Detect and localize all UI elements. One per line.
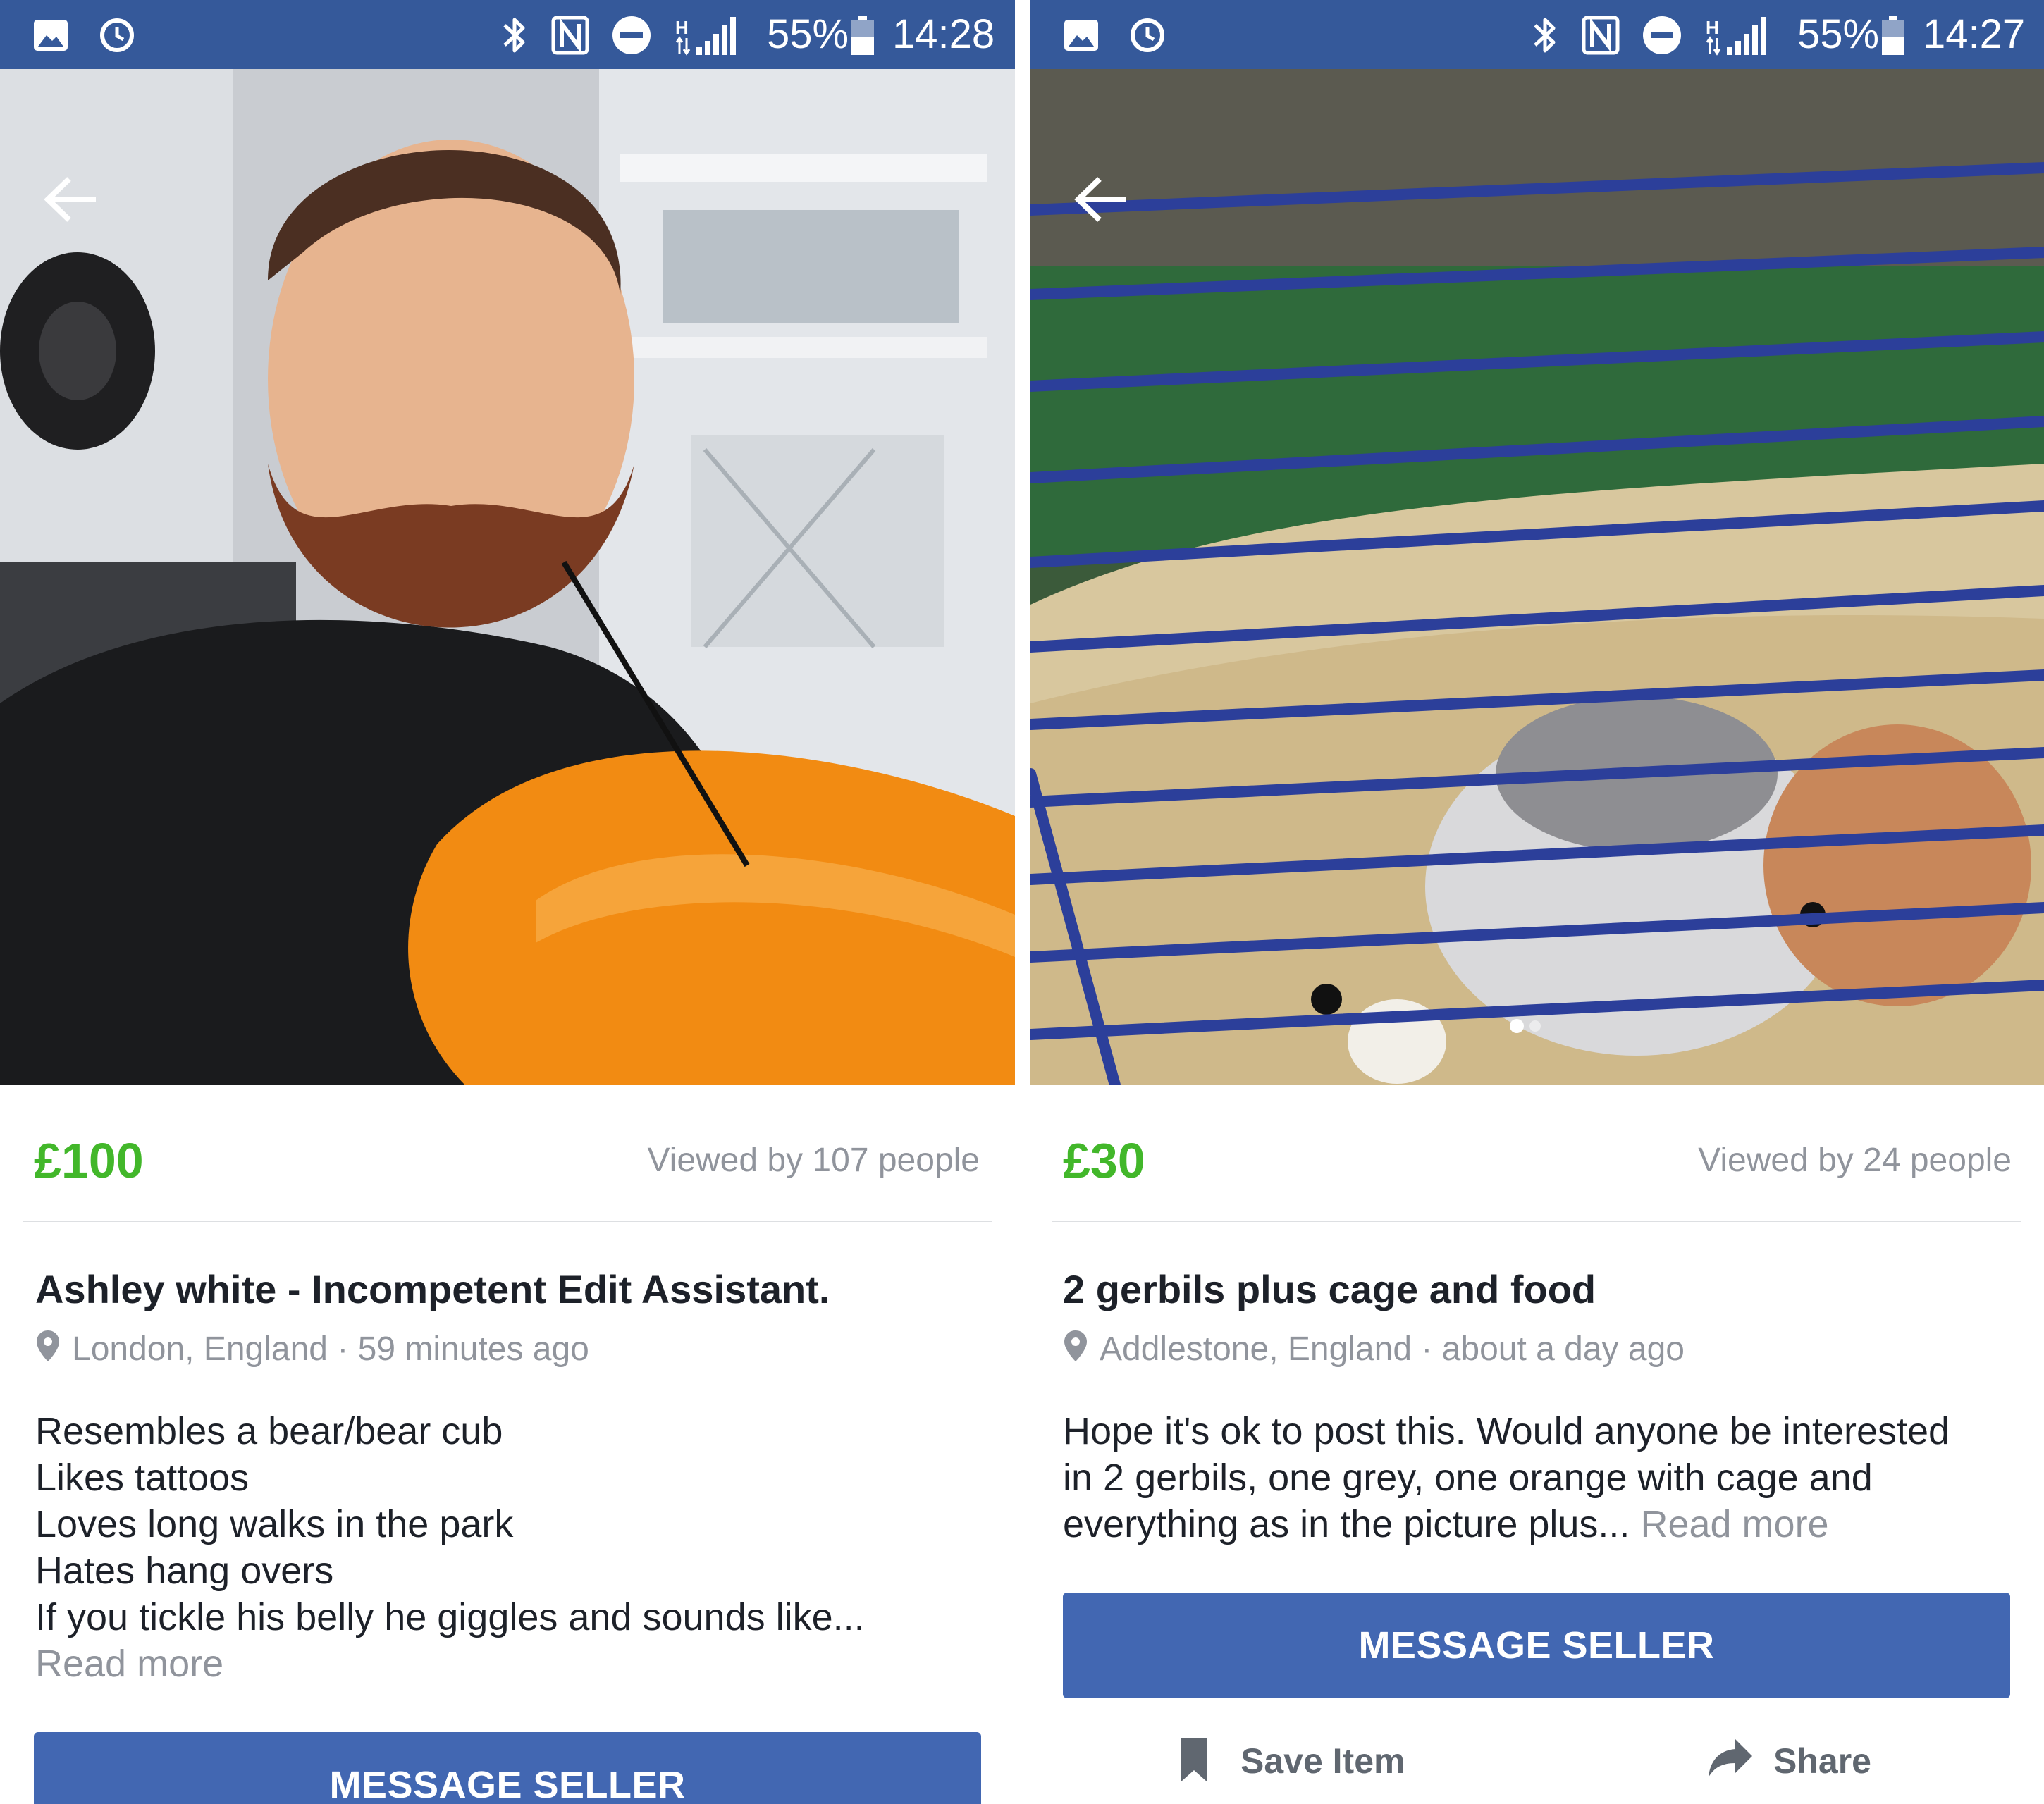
description-line: If you tickle his belly he giggles and s… (35, 1596, 865, 1638)
bookmark-icon (1181, 1738, 1207, 1781)
carousel-dot-active (1510, 1019, 1524, 1033)
svg-text:H: H (675, 17, 689, 38)
description-line: Likes tattoos (35, 1457, 250, 1499)
description-line: Hates hang overs (35, 1550, 334, 1592)
save-item-button[interactable]: Save Item (1178, 1726, 1474, 1797)
do-not-disturb-icon (612, 16, 651, 54)
divider (1052, 1221, 2021, 1222)
bluetooth-icon (1534, 18, 1556, 53)
back-arrow-icon[interactable] (42, 175, 99, 224)
location-time: London, England · 59 minutes ago (72, 1330, 589, 1368)
do-not-disturb-icon (1643, 16, 1681, 54)
view-count: Viewed by 107 people (647, 1142, 980, 1179)
man-with-headphones-photo (0, 69, 1015, 1085)
description-line-with-read-more: everything as in the picture plus... Rea… (1063, 1501, 1950, 1547)
location-pin-icon (37, 1330, 59, 1361)
image-icon (1064, 20, 1098, 51)
signal-icon: H (1706, 17, 1766, 56)
nfc-icon (1582, 16, 1620, 55)
listing-title: 2 gerbils plus cage and food (1063, 1267, 1596, 1311)
message-seller-button[interactable]: MESSAGE SELLER (34, 1732, 981, 1804)
description-line: Loves long walks in the park (35, 1503, 514, 1545)
image-icon (34, 20, 68, 51)
clock: 14:28 (892, 11, 995, 57)
status-bar: H 55% 14:28 (0, 0, 1015, 69)
share-arrow-icon (1709, 1739, 1752, 1777)
price: £30 (1063, 1133, 1145, 1188)
battery-icon (851, 16, 874, 55)
alarm-icon (100, 18, 134, 52)
share-button[interactable]: Share (1707, 1726, 1933, 1797)
panel-divider (1015, 0, 1030, 1804)
location-time: Addlestone, England · about a day ago (1100, 1330, 1685, 1368)
svg-text:H: H (1706, 17, 1719, 38)
description-line: Resembles a bear/bear cub (35, 1410, 503, 1452)
description-line: Hope it's ok to post this. Would anyone … (1063, 1410, 1950, 1452)
save-item-label: Save Item (1240, 1741, 1405, 1781)
left-listing-screen: H 55% 14:28 £100 Viewed by 107 people As… (0, 0, 1015, 1804)
battery-percent: 55% (767, 11, 849, 57)
gerbils-in-cage-photo (1030, 69, 2044, 1085)
back-arrow-icon[interactable] (1073, 175, 1129, 224)
read-more-link[interactable]: Read more (35, 1641, 865, 1687)
battery-icon (1882, 16, 1904, 55)
alarm-icon (1131, 18, 1164, 52)
action-bar: Save Item Share (1030, 1726, 2044, 1797)
price: £100 (34, 1133, 144, 1188)
location-pin-icon (1064, 1330, 1087, 1361)
listing-description: Hope it's ok to post this. Would anyone … (1063, 1408, 1950, 1547)
clock: 14:27 (1923, 11, 2026, 57)
share-label: Share (1773, 1741, 1871, 1781)
status-bar: H 55% 14:27 (1030, 0, 2044, 69)
description-line: in 2 gerbils, one grey, one orange with … (1063, 1457, 1873, 1499)
carousel-dot (1529, 1020, 1541, 1032)
listing-photo[interactable] (0, 69, 1015, 1085)
divider (23, 1221, 992, 1222)
nfc-icon (551, 16, 589, 55)
listing-description: Resembles a bear/bear cub Likes tattoos … (35, 1408, 865, 1687)
battery-percent: 55% (1797, 11, 1880, 57)
bluetooth-icon (503, 18, 525, 53)
read-more-link[interactable]: Read more (1640, 1503, 1828, 1545)
description-line: everything as in the picture plus... (1063, 1503, 1630, 1545)
view-count: Viewed by 24 people (1698, 1142, 2012, 1179)
right-listing-screen: H 55% 14:27 £30 Viewed by 24 people 2 ge… (1030, 0, 2044, 1804)
message-seller-button[interactable]: MESSAGE SELLER (1063, 1593, 2010, 1698)
listing-title: Ashley white - Incompetent Edit Assistan… (35, 1267, 830, 1311)
listing-photo[interactable] (1030, 69, 2044, 1085)
signal-icon: H (675, 17, 736, 56)
